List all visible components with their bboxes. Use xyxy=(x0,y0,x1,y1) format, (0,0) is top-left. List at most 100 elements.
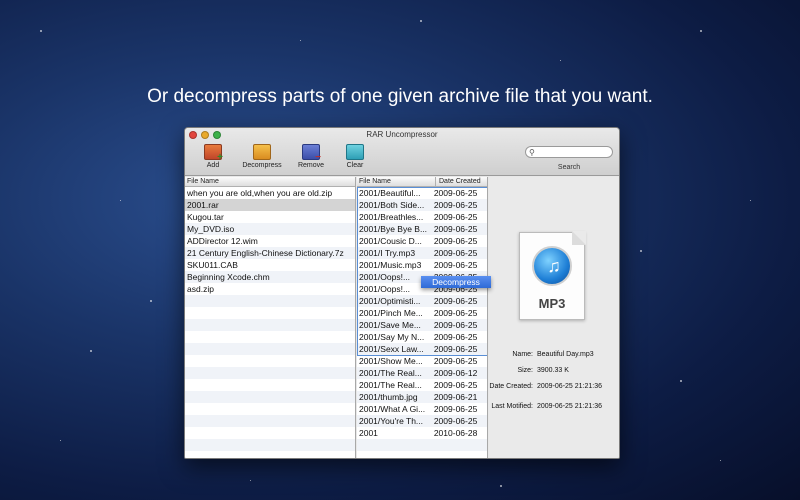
archive-name: 21 Century English-Chinese Dictionary.7z xyxy=(187,248,344,258)
content-file-name: 2001/The Real... xyxy=(359,380,422,390)
empty-row[interactable] xyxy=(185,391,355,403)
empty-row[interactable] xyxy=(185,367,355,379)
archive-row[interactable]: 2001.rar xyxy=(185,199,355,211)
content-row[interactable]: 2001/You're Th... 2009-06-25 xyxy=(357,415,487,427)
empty-row[interactable] xyxy=(185,307,355,319)
empty-row[interactable] xyxy=(185,379,355,391)
archive-row[interactable]: Beginning Xcode.chm xyxy=(185,271,355,283)
archive-row[interactable]: asd.zip xyxy=(185,283,355,295)
content-file-name: 2001/Optimisti... xyxy=(359,296,421,306)
content-row[interactable]: 2001/Say My N... 2009-06-25 xyxy=(357,331,487,343)
archive-row[interactable]: when you are old,when you are old.zip xyxy=(185,187,355,199)
content-file-name: 2001/Music.mp3 xyxy=(359,260,422,270)
date-created-value: 2009-06-25 21:21:36 xyxy=(537,383,602,390)
content-row[interactable]: 2001/Optimisti... 2009-06-25 xyxy=(357,295,487,307)
archive-list-header[interactable]: File Name xyxy=(185,177,355,187)
empty-row[interactable] xyxy=(185,451,355,458)
archive-row[interactable]: Kugou.tar xyxy=(185,211,355,223)
content-row[interactable]: 2001/Pinch Me... 2009-06-25 xyxy=(357,307,487,319)
empty-row[interactable] xyxy=(185,319,355,331)
empty-row[interactable] xyxy=(185,295,355,307)
content-file-name: 2001/You're Th... xyxy=(359,416,424,426)
titlebar: RAR Uncompressor Add Decompress Remove C… xyxy=(185,128,619,176)
content-file-name: 2001/Save Me... xyxy=(359,320,421,330)
content-row[interactable]: 2001/Breathles... 2009-06-25 xyxy=(357,211,487,223)
content-file-name: 2001/I Try.mp3 xyxy=(359,248,416,258)
content-date: 2009-06-25 xyxy=(433,260,478,270)
empty-row xyxy=(357,451,487,458)
archive-name: Beginning Xcode.chm xyxy=(187,272,270,282)
content-row[interactable]: 2001/Music.mp3 2009-06-25 xyxy=(357,259,487,271)
file-detail-pane: ♫ MP3 Name: Beautiful Day.mp3 Size: 3900.3… xyxy=(489,177,619,458)
archive-list: when you are old,when you are old.zip 200… xyxy=(185,187,355,458)
content-date: 2009-06-25 xyxy=(433,416,478,426)
clear-button[interactable]: Clear xyxy=(335,144,375,169)
content-date: 2009-06-25 xyxy=(433,356,478,366)
archive-row[interactable]: My_DVD.iso xyxy=(185,223,355,235)
content-row[interactable]: 2001 2010-06-28 xyxy=(357,427,487,439)
content-date: 2010-06-28 xyxy=(433,428,478,438)
content-file-name: 2001/Say My N... xyxy=(359,332,425,342)
archive-row[interactable]: SKU011.CAB xyxy=(185,259,355,271)
remove-archive-icon xyxy=(302,144,321,163)
add-label: Add xyxy=(206,162,220,169)
size-key: Size: xyxy=(517,367,533,374)
toolbar: Add Decompress Remove Clear xyxy=(193,144,375,169)
archive-row[interactable]: 21 Century English-Chinese Dictionary.7z xyxy=(185,247,355,259)
content-file-name: 2001/Beautiful... xyxy=(359,188,421,198)
empty-row[interactable] xyxy=(185,331,355,343)
search-input[interactable] xyxy=(538,147,608,157)
content-file-name: 2001/Breathles... xyxy=(359,212,424,222)
content-date: 2009-06-25 xyxy=(433,224,478,234)
headline: Or decompress parts of one given archive… xyxy=(147,86,653,107)
name-key: Name: xyxy=(512,351,533,358)
decompress-button[interactable]: Decompress xyxy=(237,144,287,169)
archive-name: Kugou.tar xyxy=(187,212,224,222)
remove-label: Remove xyxy=(297,162,325,169)
empty-row[interactable] xyxy=(185,439,355,451)
archive-contents-pane: File Name Date Created 2001/Beautiful...… xyxy=(357,177,488,458)
archive-row[interactable]: ADDirector 12.wim xyxy=(185,235,355,247)
archive-name: ADDirector 12.wim xyxy=(187,236,258,246)
content-row[interactable]: 2001/Beautiful... 2009-06-25 xyxy=(357,187,487,199)
empty-row[interactable] xyxy=(185,355,355,367)
trash-icon xyxy=(346,144,364,160)
empty-row[interactable] xyxy=(185,403,355,415)
content-row[interactable]: 2001/The Real... 2009-06-12 xyxy=(357,367,487,379)
content-row[interactable]: 2001/Both Side... 2009-06-25 xyxy=(357,199,487,211)
contents-header-date[interactable]: Date Created xyxy=(435,177,481,186)
content-row[interactable]: 2001/Show Me... 2009-06-25 xyxy=(357,355,487,367)
empty-row[interactable] xyxy=(185,343,355,355)
empty-row[interactable] xyxy=(185,415,355,427)
add-button[interactable]: Add xyxy=(193,144,233,169)
remove-button[interactable]: Remove xyxy=(291,144,331,169)
file-name-value: Beautiful Day.mp3 xyxy=(537,351,594,358)
search-label: Search xyxy=(557,164,581,171)
mp3-label: MP3 xyxy=(538,296,566,311)
content-file-name: 2001/The Real... xyxy=(359,368,422,378)
content-row[interactable]: 2001/What A Gi... 2009-06-25 xyxy=(357,403,487,415)
content-date: 2009-06-25 xyxy=(433,296,478,306)
content-row[interactable]: 2001/Save Me... 2009-06-25 xyxy=(357,319,487,331)
music-note-icon: ♫ xyxy=(532,246,572,286)
context-menu-decompress[interactable]: Decompress xyxy=(421,276,491,288)
archive-name: SKU011.CAB xyxy=(187,260,238,270)
content-row[interactable]: 2001/Sexx Law... 2009-06-25 xyxy=(357,343,487,355)
search-group: ⚲ Search xyxy=(525,146,613,171)
content-date: 2009-06-25 xyxy=(433,188,478,198)
file-size-value: 3900.33 K xyxy=(537,367,569,374)
content-date: 2009-06-12 xyxy=(433,368,478,378)
last-modified-value: 2009-06-25 21:21:36 xyxy=(537,403,602,410)
search-field[interactable]: ⚲ xyxy=(525,146,613,158)
contents-header-name[interactable]: File Name xyxy=(359,177,435,186)
content-row[interactable]: 2001/Bye Bye B... 2009-06-25 xyxy=(357,223,487,235)
content-date: 2009-06-25 xyxy=(433,404,478,414)
empty-row[interactable] xyxy=(185,427,355,439)
content-row[interactable]: 2001/thumb.jpg 2009-06-21 xyxy=(357,391,487,403)
content-row[interactable]: 2001/Cousic D... 2009-06-25 xyxy=(357,235,487,247)
content-row[interactable]: 2001/I Try.mp3 2009-06-25 xyxy=(357,247,487,259)
content-date: 2009-06-25 xyxy=(433,308,478,318)
content-date: 2009-06-21 xyxy=(433,392,478,402)
content-row[interactable]: 2001/The Real... 2009-06-25 xyxy=(357,379,487,391)
decompress-archive-icon xyxy=(253,144,271,160)
